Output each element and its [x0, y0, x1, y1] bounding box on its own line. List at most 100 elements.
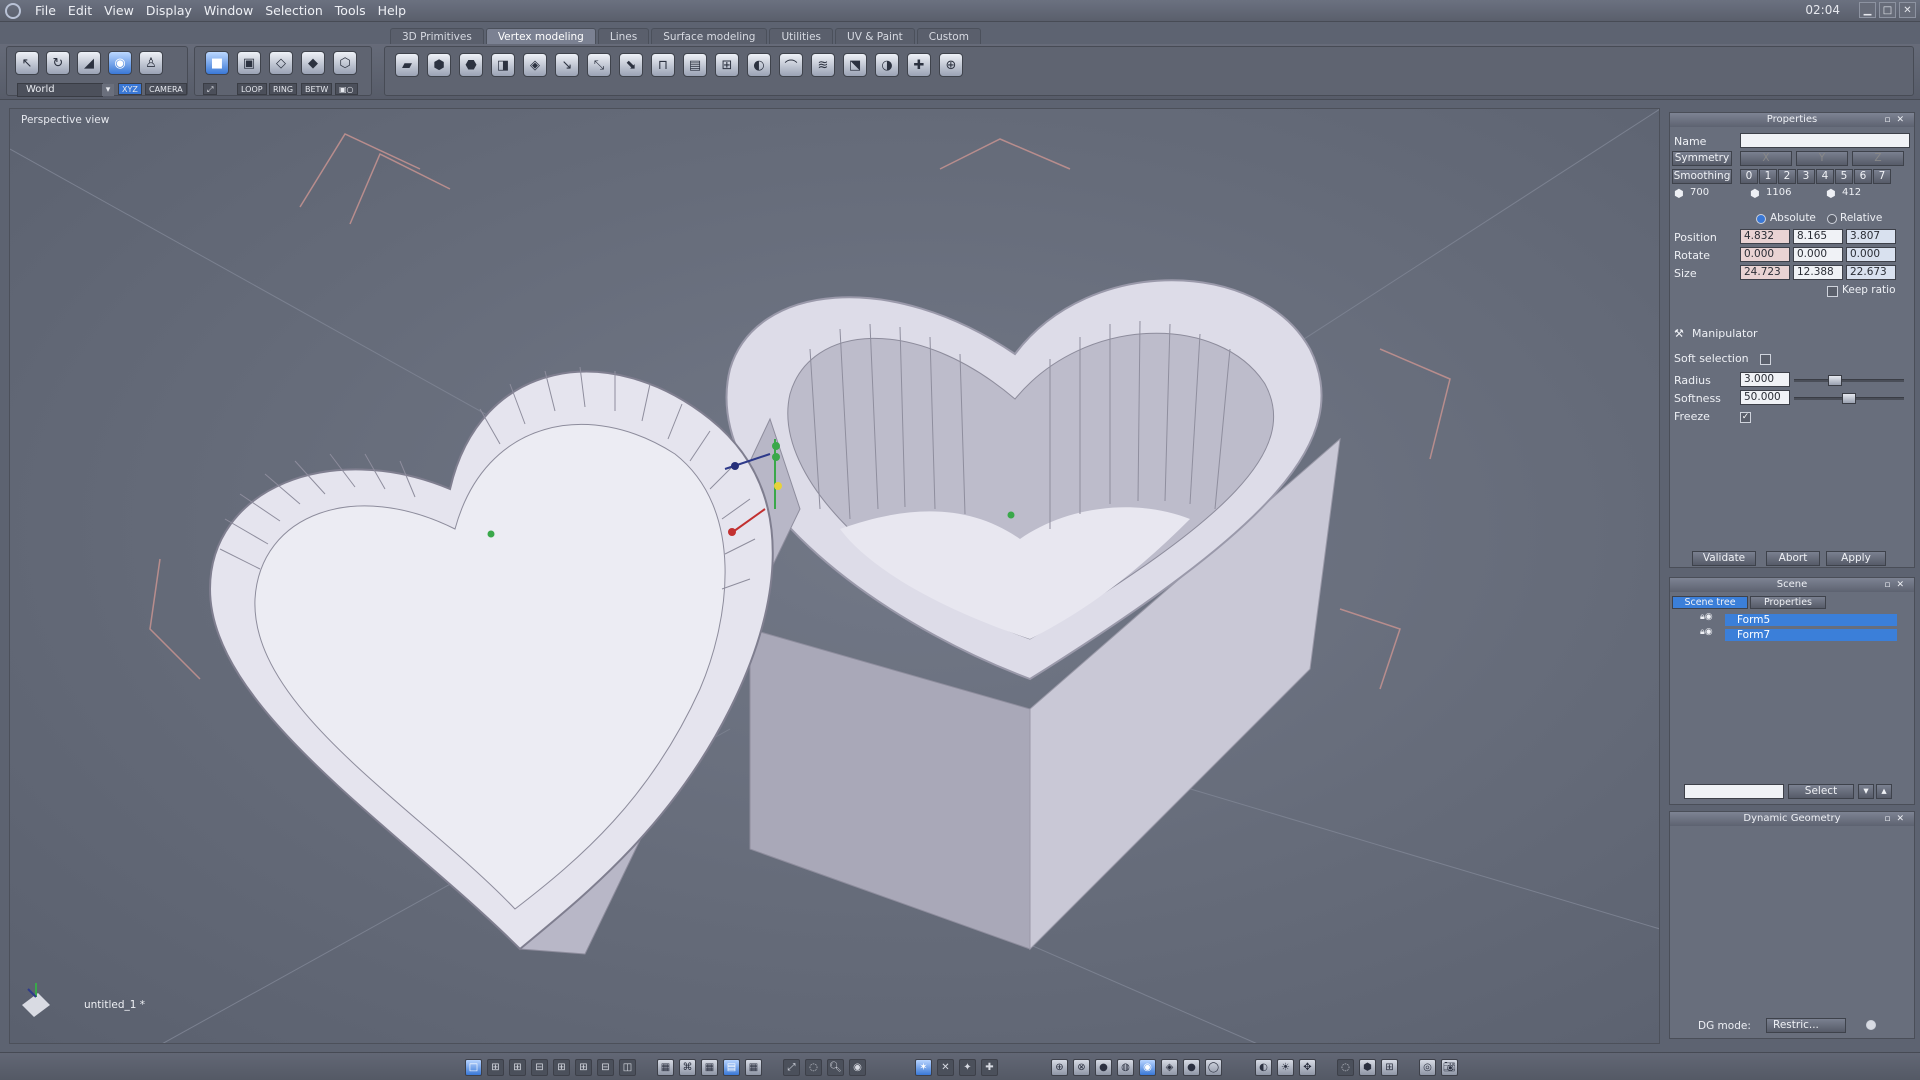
heart-box-base[interactable] [725, 279, 1341, 951]
smoothing-5[interactable]: 5 [1835, 169, 1853, 184]
edge-select-icon[interactable]: ◇ [269, 51, 293, 75]
pivot-point-base[interactable] [1007, 511, 1015, 519]
layout-two-v-icon[interactable]: ◫ [619, 1059, 636, 1076]
smoothing-7[interactable]: 7 [1873, 169, 1891, 184]
layout-split-v-icon[interactable]: ⊞ [553, 1059, 570, 1076]
size-x-field[interactable]: 24.723 [1740, 265, 1790, 280]
softness-slider[interactable] [1794, 393, 1904, 404]
layout-single-icon[interactable]: □ [465, 1059, 482, 1076]
rotate-z-field[interactable]: 0.000 [1846, 247, 1896, 262]
rotate-y-field[interactable]: 0.000 [1793, 247, 1843, 262]
symmetry-x-button[interactable]: X [1740, 151, 1792, 166]
orbit-icon[interactable]: ◌ [805, 1059, 822, 1076]
smooth-shading-icon[interactable]: ◍ [1117, 1059, 1134, 1076]
gizmo-x-handle[interactable] [728, 528, 736, 536]
pivot-point-lid[interactable] [487, 530, 495, 538]
wireframe-icon[interactable]: ⊕ [1051, 1059, 1068, 1076]
preview-render-icon[interactable]: ● [1183, 1059, 1200, 1076]
menu-tools[interactable]: Tools [329, 3, 372, 18]
dg-mode-select[interactable]: Restric... [1766, 1018, 1846, 1033]
heart-lid[interactable] [208, 366, 801, 955]
radius-slider-thumb[interactable] [1828, 375, 1842, 386]
abort-button[interactable]: Abort [1766, 551, 1820, 566]
face-select-icon[interactable]: ▣ [237, 51, 261, 75]
add-point-icon[interactable]: ✚ [907, 53, 931, 77]
snapshot-icon[interactable]: 📷︎ [1441, 1059, 1458, 1076]
soft-selection-checkbox[interactable] [1760, 354, 1771, 365]
position-z-field[interactable]: 3.807 [1846, 229, 1896, 244]
point-select-icon[interactable]: ⬡ [333, 51, 357, 75]
panel-close-icon[interactable]: ▫✕ [1884, 113, 1910, 127]
snap-grid-icon[interactable]: ✶ [915, 1059, 932, 1076]
grid-toggle-icon[interactable]: ▦ [701, 1059, 718, 1076]
layout-two-h-icon[interactable]: ⊟ [597, 1059, 614, 1076]
rotate-icon[interactable]: ↻ [46, 51, 70, 75]
zoom-icon[interactable]: 🔍︎ [827, 1059, 844, 1076]
symmetry-y-button[interactable]: Y [1796, 151, 1848, 166]
menu-window[interactable]: Window [198, 3, 259, 18]
position-y-field[interactable]: 8.165 [1793, 229, 1843, 244]
close-icon[interactable]: ✕ [1899, 2, 1916, 18]
softness-slider-thumb[interactable] [1842, 393, 1856, 404]
smoothing-button[interactable]: Smoothing [1672, 169, 1732, 184]
tab-lines[interactable]: Lines [597, 28, 650, 44]
form5-visibility-icon[interactable]: 🔒︎◉ [1700, 612, 1713, 622]
menu-file[interactable]: File [29, 3, 62, 18]
select-button[interactable]: Select [1788, 784, 1854, 799]
pin-icon[interactable]: ♙ [139, 51, 163, 75]
move-icon[interactable]: ↖ [15, 51, 39, 75]
tab-scene-tree[interactable]: Scene tree [1672, 596, 1748, 609]
scene-search-input[interactable] [1684, 784, 1784, 799]
smoothing-0[interactable]: 0 [1740, 169, 1758, 184]
dissolve-icon[interactable]: ◐ [747, 53, 771, 77]
freeze-checkbox[interactable]: ✓ [1740, 412, 1751, 423]
grid-dense-icon[interactable]: ▦ [745, 1059, 762, 1076]
slide-icon[interactable]: ▤ [683, 53, 707, 77]
grid-settings-icon[interactable]: ▦ [657, 1059, 674, 1076]
coord-mode-select[interactable]: World [17, 83, 114, 97]
smooth-icon[interactable]: ≋ [811, 53, 835, 77]
bevel-icon[interactable]: ⬢ [427, 53, 451, 77]
name-field[interactable] [1740, 133, 1910, 148]
layout-quad-icon[interactable]: ⊞ [487, 1059, 504, 1076]
size-y-field[interactable]: 12.388 [1793, 265, 1843, 280]
ring-button[interactable]: RING [269, 83, 298, 95]
tab-uv-paint[interactable]: UV & Paint [835, 28, 915, 44]
rotate-x-field[interactable]: 0.000 [1740, 247, 1790, 262]
xyz-button[interactable]: XYZ [118, 83, 142, 95]
select-all-icon[interactable]: ⤢ [203, 83, 218, 95]
perspective-viewport[interactable]: Perspective view untitled_1 * [9, 108, 1660, 1044]
smoothing-6[interactable]: 6 [1854, 169, 1872, 184]
gizmo-center-handle[interactable] [774, 482, 782, 490]
menu-help[interactable]: Help [372, 3, 413, 18]
extract-icon[interactable]: ⬔ [843, 53, 867, 77]
grow-select-icon[interactable]: ▣○ [335, 83, 358, 95]
minimize-icon[interactable]: ▁ [1859, 2, 1876, 18]
knife-icon[interactable]: ↘ [555, 53, 579, 77]
mirror-icon[interactable]: ◑ [875, 53, 899, 77]
gizmo-y-handle[interactable] [772, 442, 780, 450]
flat-shading-icon[interactable]: ● [1095, 1059, 1112, 1076]
toggle-view-icon[interactable]: ◐ [1255, 1059, 1272, 1076]
zoom-tool-icon[interactable]: ⊕ [939, 53, 963, 77]
eye-icon[interactable]: ◉ [849, 1059, 866, 1076]
symmetry-button[interactable]: Symmetry [1672, 151, 1732, 166]
camera-settings-icon[interactable]: ◎ [1419, 1059, 1436, 1076]
viewport-canvas[interactable] [10, 109, 1660, 1044]
snap-edge-icon[interactable]: ✦ [959, 1059, 976, 1076]
extrude-icon[interactable]: ▰ [395, 53, 419, 77]
layout-four-icon[interactable]: ⊞ [575, 1059, 592, 1076]
camera-button[interactable]: CAMERA [145, 83, 187, 95]
snap-icon[interactable]: ⌘ [679, 1059, 696, 1076]
menu-display[interactable]: Display [140, 3, 198, 18]
scale-icon[interactable]: ◢ [77, 51, 101, 75]
softness-field[interactable]: 50.000 [1740, 390, 1790, 405]
gizmo-z-handle[interactable] [731, 462, 739, 470]
smoothing-1[interactable]: 1 [1759, 169, 1777, 184]
dg-close-icon[interactable]: ▫✕ [1884, 812, 1910, 826]
light-icon[interactable]: ☀ [1277, 1059, 1294, 1076]
menu-selection[interactable]: Selection [259, 3, 329, 18]
scene-item-form7[interactable]: Form7 [1725, 629, 1897, 641]
layout-three-icon[interactable]: ⊞ [509, 1059, 526, 1076]
smoothing-2[interactable]: 2 [1778, 169, 1796, 184]
